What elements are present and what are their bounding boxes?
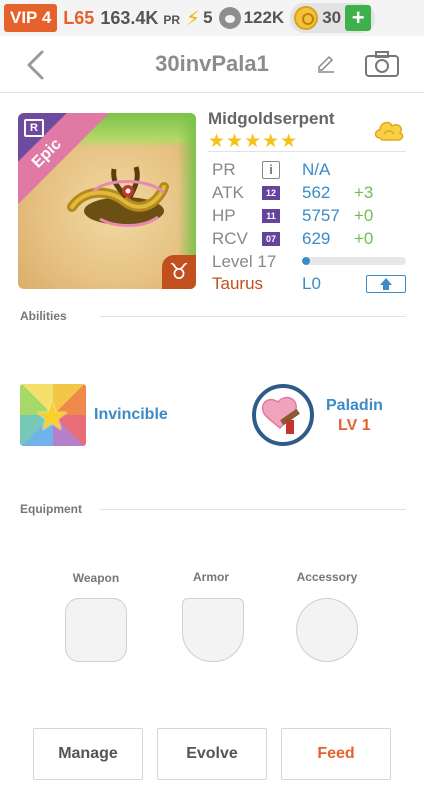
stat-bonus: +3: [354, 183, 374, 202]
name-divider: [208, 151, 406, 152]
energy-counter[interactable]: ⚡ 5: [186, 6, 213, 31]
level-progress-fill: [302, 257, 311, 265]
star-icon: ★: [34, 395, 70, 439]
stat-row-atk: ATK 12 562 +3: [212, 183, 408, 205]
add-gold-button[interactable]: +: [345, 5, 372, 31]
weapon-label: Weapon: [72, 571, 120, 585]
stat-value: 5757: [302, 206, 340, 225]
player-power: 163.4K PR: [100, 8, 180, 29]
page-header: 30invPala1: [0, 36, 424, 92]
power-unit: PR: [163, 12, 181, 27]
armor-label: Armor: [192, 570, 229, 584]
status-bar: VIP 4 L65 163.4K PR ⚡ 5 122K 30 +: [0, 0, 424, 36]
stat-rank-badge: 11: [262, 209, 280, 223]
evolve-button[interactable]: Evolve: [157, 728, 267, 780]
grass-edge-decoration: [178, 113, 196, 263]
stat-row-pr: PR i N/A: [212, 160, 408, 182]
paladin-heart-icon: [261, 396, 300, 434]
monster-name: Midgoldserpent: [208, 109, 335, 128]
zodiac-name: Taurus: [212, 274, 264, 293]
food-icon: [218, 7, 241, 29]
page-title: 30invPala1: [155, 51, 269, 76]
stat-row-hp: HP 11 5757 +0: [212, 206, 408, 228]
class-name[interactable]: Paladin: [326, 397, 383, 415]
camera-icon[interactable]: [364, 50, 400, 78]
edit-pencil-icon[interactable]: [316, 54, 336, 74]
stat-row-rcv: RCV 07 629 +0: [212, 229, 408, 251]
player-level: L65: [63, 7, 95, 28]
weapon-slot[interactable]: [65, 598, 127, 662]
stat-rank-badge: 12: [262, 186, 280, 200]
stat-value: 562: [302, 183, 331, 202]
monster-portrait[interactable]: Epic R ♉: [18, 113, 196, 289]
header-divider: [0, 92, 424, 93]
class-level: LV 1: [338, 417, 371, 434]
star-rating: ★★★★★: [208, 131, 299, 152]
limit-level: L0: [302, 274, 321, 293]
upgrade-arrow-button[interactable]: [366, 275, 406, 293]
gold-value: 30: [322, 8, 342, 27]
stat-label: ATK: [212, 183, 244, 202]
stat-bonus: +0: [354, 229, 374, 248]
stat-label: PR: [212, 160, 236, 179]
info-icon[interactable]: i: [262, 161, 280, 179]
level-label: Level 17: [212, 252, 277, 271]
accessory-label: Accessory: [296, 570, 358, 584]
energy-value: 5: [203, 8, 213, 27]
equipment-divider: [100, 509, 406, 510]
food-counter[interactable]: 122K: [218, 7, 285, 29]
energy-bolt-icon: ⚡: [186, 7, 201, 30]
stat-label: HP: [212, 206, 236, 225]
stat-label: RCV: [212, 229, 248, 248]
food-value: 122K: [243, 8, 285, 27]
abilities-divider: [100, 316, 406, 317]
back-chevron-icon[interactable]: [24, 50, 46, 80]
level-progress-bar: [302, 257, 406, 265]
stat-bonus: +0: [354, 206, 374, 225]
invincible-star-icon[interactable]: ★: [20, 384, 86, 446]
accessory-slot[interactable]: [296, 598, 358, 662]
taurus-zodiac-icon: ♉: [162, 255, 196, 289]
gold-coin-icon: [294, 6, 319, 30]
ability-name[interactable]: Invincible: [94, 406, 168, 424]
gold-counter[interactable]: 30 +: [290, 3, 376, 33]
armor-slot[interactable]: [182, 598, 244, 662]
manage-button[interactable]: Manage: [33, 728, 143, 780]
equipment-title: Equipment: [20, 502, 82, 516]
stat-value: N/A: [302, 160, 331, 179]
abilities-title: Abilities: [20, 309, 67, 323]
feed-button[interactable]: Feed: [281, 728, 391, 780]
stat-value: 629: [302, 229, 331, 248]
paladin-class-icon[interactable]: [252, 384, 314, 446]
cloud-icon[interactable]: [372, 116, 406, 144]
rarity-badge: R: [24, 119, 44, 137]
power-value: 163.4K: [100, 7, 159, 28]
stat-rank-badge: 07: [262, 232, 280, 246]
vip-badge[interactable]: VIP 4: [4, 4, 58, 32]
